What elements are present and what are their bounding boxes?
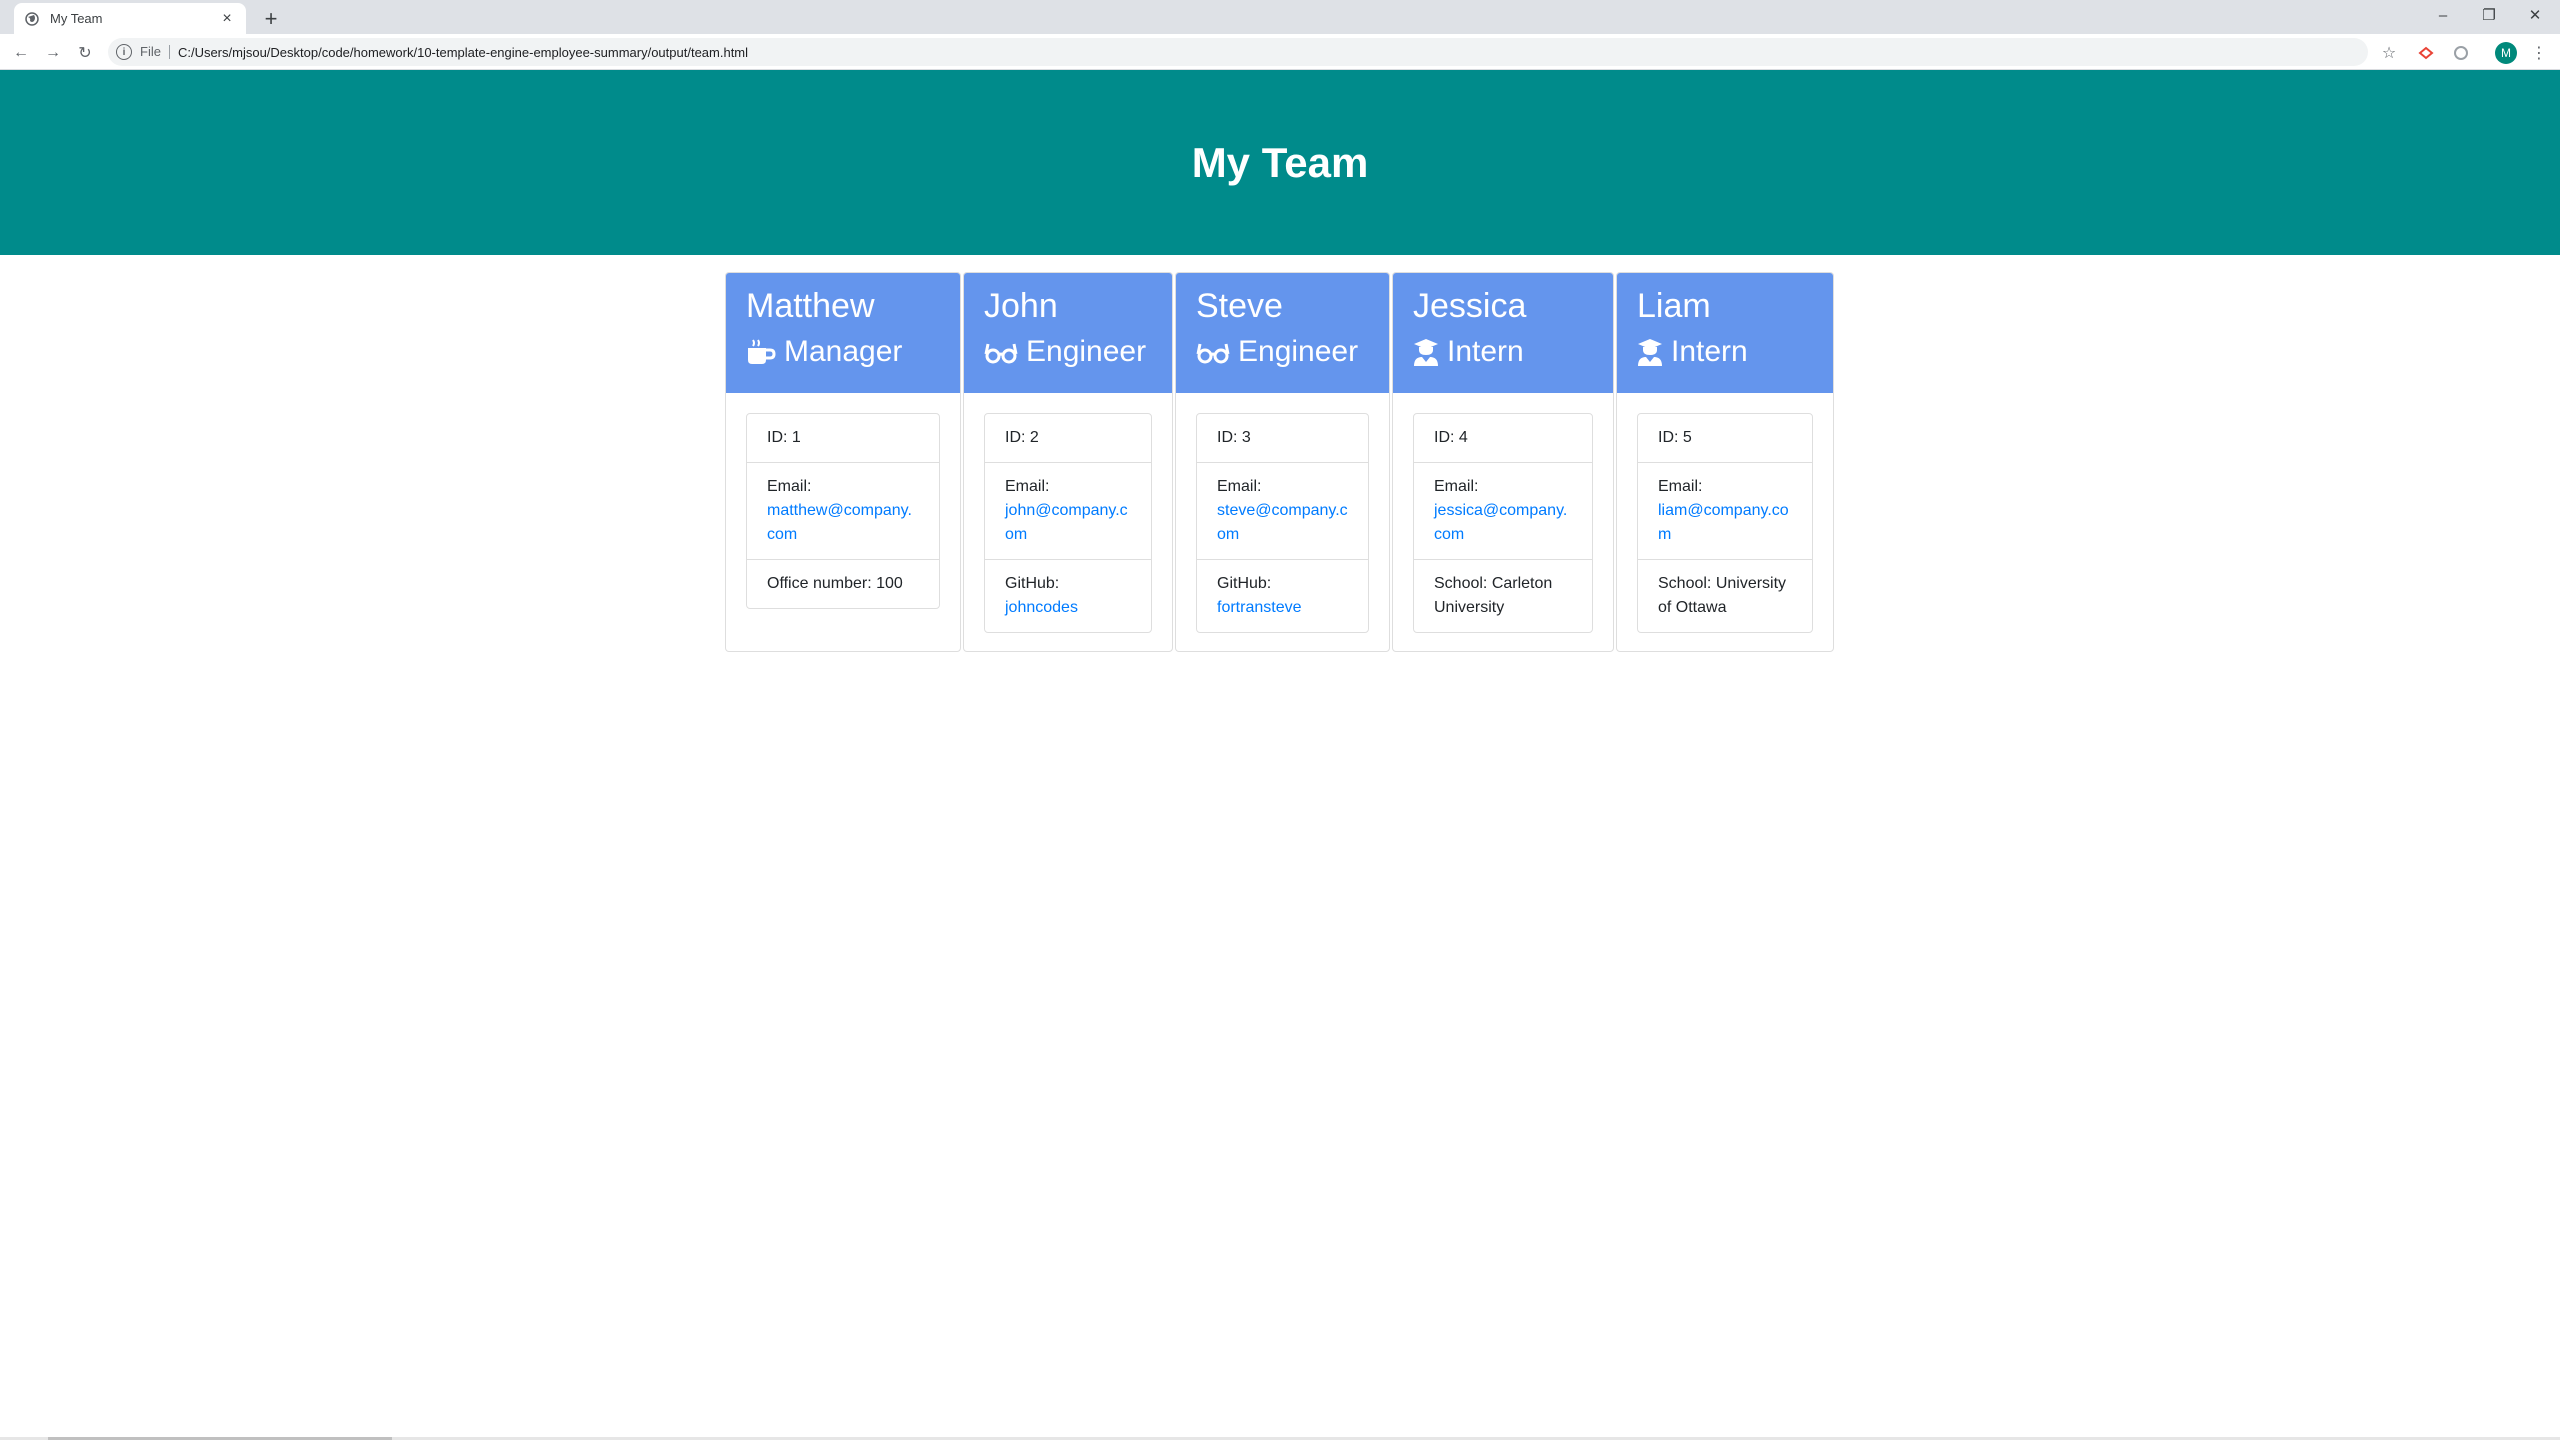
url-text[interactable]: C:/Users/mjsou/Desktop/code/homework/10-… xyxy=(178,45,748,60)
employee-id: ID: 3 xyxy=(1197,414,1368,463)
page-title: My Team xyxy=(1191,138,1369,186)
email-link[interactable]: jessica@company.com xyxy=(1434,499,1572,547)
role-label: Engineer xyxy=(1026,335,1147,368)
github-row: GitHub: johncodes xyxy=(985,560,1151,632)
details-list: ID: 1 Email: matthew@company.com Office … xyxy=(746,413,940,609)
employee-card: Liam Intern ID: 5 Email: liam@company.co… xyxy=(1616,272,1834,652)
role-label: Manager xyxy=(784,335,903,368)
github-link[interactable]: johncodes xyxy=(1005,596,1131,620)
employee-card: Matthew Manager ID: 1 Email: matthew@com… xyxy=(725,272,961,652)
card-body: ID: 2 Email: john@company.com GitHub: jo… xyxy=(964,393,1172,653)
extension-2-icon[interactable] xyxy=(2450,42,2472,64)
employee-email-row: Email: matthew@company.com xyxy=(747,463,939,560)
school-row: School: University of Ottawa xyxy=(1658,575,1787,616)
employee-id: ID: 2 xyxy=(985,414,1151,463)
team-cards: Matthew Manager ID: 1 Email: matthew@com… xyxy=(725,272,1836,652)
info-icon[interactable]: i xyxy=(116,44,132,60)
card-body: ID: 4 Email: jessica@company.com School:… xyxy=(1393,393,1613,653)
menu-icon[interactable]: ⋮ xyxy=(2528,42,2550,64)
employee-email-row: Email: liam@company.com xyxy=(1638,463,1812,560)
browser-toolbar: ← → ↻ i File C:/Users/mjsou/Desktop/code… xyxy=(0,34,2560,70)
employee-role: Engineer xyxy=(1196,329,1369,375)
employee-id: ID: 5 xyxy=(1638,414,1812,463)
back-arrow-icon[interactable]: ← xyxy=(8,40,34,66)
close-window-icon[interactable]: ✕ xyxy=(2512,0,2558,30)
employee-email-row: Email: john@company.com xyxy=(985,463,1151,560)
card-header: John Engineer xyxy=(964,273,1172,393)
employee-name: Matthew xyxy=(746,287,875,325)
details-list: ID: 3 Email: steve@company.com GitHub: f… xyxy=(1196,413,1369,633)
extension-icon[interactable] xyxy=(2415,42,2437,64)
globe-icon xyxy=(24,11,40,27)
email-link[interactable]: matthew@company.com xyxy=(767,499,919,547)
restore-icon[interactable]: ❐ xyxy=(2466,0,2512,30)
profile-avatar[interactable]: M xyxy=(2495,42,2517,64)
employee-card: Steve Engineer ID: 3 Email: steve@compan… xyxy=(1175,272,1390,652)
card-header: Liam Intern xyxy=(1617,273,1833,393)
employee-role: Intern xyxy=(1413,329,1593,375)
role-label: Intern xyxy=(1671,335,1748,368)
email-label: Email: xyxy=(767,478,812,495)
employee-name: Jessica xyxy=(1413,287,1527,325)
employee-role: Engineer xyxy=(984,329,1152,375)
header-banner: My Team xyxy=(0,70,2560,255)
employee-id: ID: 1 xyxy=(747,414,939,463)
github-label: GitHub: xyxy=(1217,575,1272,592)
role-label: Intern xyxy=(1447,335,1524,368)
employee-email-row: Email: jessica@company.com xyxy=(1414,463,1592,560)
card-body: ID: 3 Email: steve@company.com GitHub: f… xyxy=(1176,393,1389,653)
role-label: Engineer xyxy=(1238,335,1359,368)
card-body: ID: 1 Email: matthew@company.com Office … xyxy=(726,393,960,629)
employee-name: Steve xyxy=(1196,287,1283,325)
employee-role: Manager xyxy=(746,329,940,375)
github-link[interactable]: fortransteve xyxy=(1217,596,1348,620)
minimize-icon[interactable]: – xyxy=(2420,0,2466,30)
email-link[interactable]: steve@company.com xyxy=(1217,499,1348,547)
card-header: Jessica Intern xyxy=(1393,273,1613,393)
glasses-icon xyxy=(1196,343,1230,364)
email-label: Email: xyxy=(1658,478,1703,495)
graduate-icon xyxy=(1414,339,1438,366)
school-row: School: Carleton University xyxy=(1434,575,1553,616)
address-bar[interactable]: i File C:/Users/mjsou/Desktop/code/homew… xyxy=(108,38,2368,66)
github-row: GitHub: fortransteve xyxy=(1197,560,1368,632)
glasses-icon xyxy=(984,343,1018,364)
close-tab-icon[interactable]: × xyxy=(218,10,236,28)
details-list: ID: 5 Email: liam@company.com School: Un… xyxy=(1637,413,1813,633)
email-label: Email: xyxy=(1434,478,1479,495)
details-list: ID: 4 Email: jessica@company.com School:… xyxy=(1413,413,1593,633)
employee-email-row: Email: steve@company.com xyxy=(1197,463,1368,560)
tab-strip: My Team × + – ❐ ✕ xyxy=(0,0,2560,34)
card-body: ID: 5 Email: liam@company.com School: Un… xyxy=(1617,393,1833,653)
mug-icon xyxy=(748,339,776,364)
tab-title: My Team xyxy=(50,11,103,26)
employee-name: Liam xyxy=(1637,287,1711,325)
new-tab-button[interactable]: + xyxy=(258,6,284,32)
email-link[interactable]: john@company.com xyxy=(1005,499,1131,547)
employee-card: John Engineer ID: 2 Email: john@company.… xyxy=(963,272,1173,652)
email-link[interactable]: liam@company.com xyxy=(1658,499,1792,547)
forward-arrow-icon[interactable]: → xyxy=(40,40,66,66)
employee-id: ID: 4 xyxy=(1414,414,1592,463)
github-label: GitHub: xyxy=(1005,575,1060,592)
star-icon[interactable]: ☆ xyxy=(2378,42,2400,64)
office-number: Office number: 100 xyxy=(767,575,903,592)
scheme-label: File xyxy=(140,45,170,59)
employee-role: Intern xyxy=(1637,329,1813,375)
card-header: Matthew Manager xyxy=(726,273,960,393)
graduate-icon xyxy=(1638,339,1662,366)
details-list: ID: 2 Email: john@company.com GitHub: jo… xyxy=(984,413,1152,633)
email-label: Email: xyxy=(1005,478,1050,495)
employee-name: John xyxy=(984,287,1058,325)
card-header: Steve Engineer xyxy=(1176,273,1389,393)
page-content: My Team Matthew Manager ID: 1 Email: mat… xyxy=(0,70,2560,1440)
browser-tab[interactable]: My Team × xyxy=(14,3,246,34)
reload-icon[interactable]: ↻ xyxy=(72,40,98,66)
employee-card: Jessica Intern ID: 4 Email: jessica@comp… xyxy=(1392,272,1614,652)
email-label: Email: xyxy=(1217,478,1262,495)
